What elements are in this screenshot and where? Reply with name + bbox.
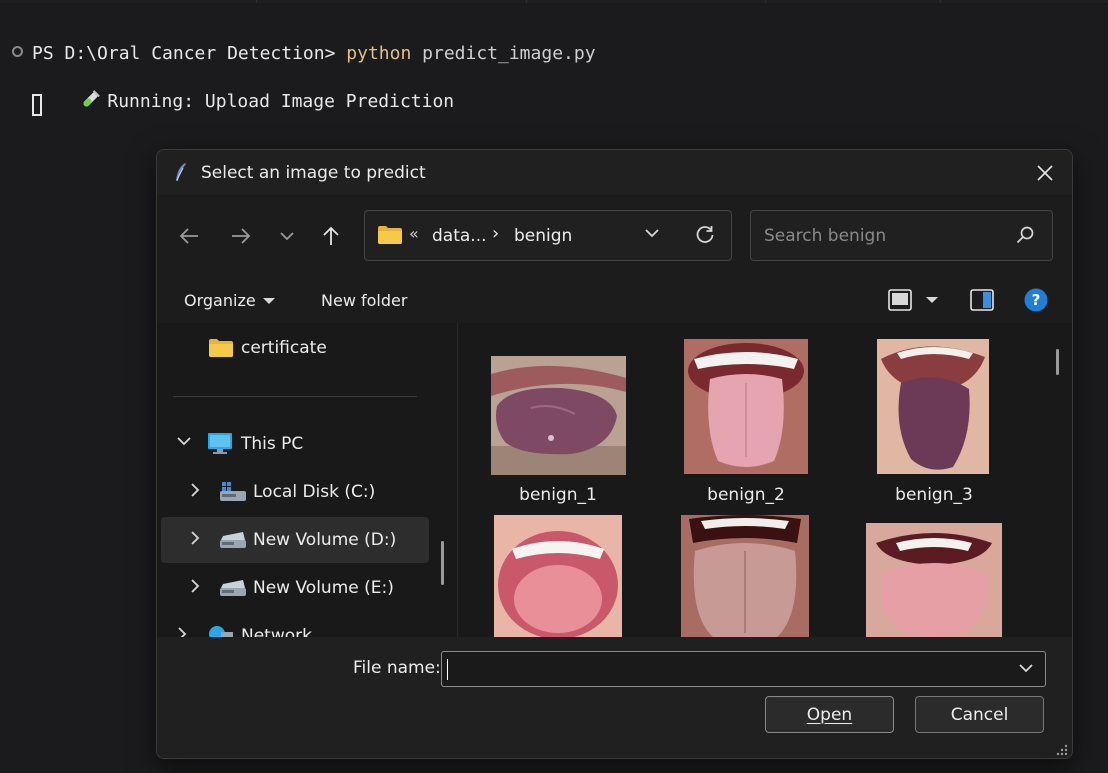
test-tube-icon [83,90,101,107]
chevron-down-icon[interactable] [177,436,191,446]
terminal-argument: predict_image.py [411,43,596,64]
search-placeholder: Search benign [764,226,887,246]
address-segment-current[interactable]: benign [514,226,572,246]
chevron-right-icon[interactable] [177,627,187,637]
chevron-down-icon[interactable] [1019,663,1033,673]
caret-down-icon[interactable] [925,296,939,304]
image-thumbnail [877,339,989,474]
monitor-icon [208,433,232,454]
close-button[interactable] [1028,156,1062,190]
drive-icon [220,532,246,548]
chevron-right-icon[interactable] [190,531,200,545]
dialog-body: certificate This PC Local Disk (C:) New … [157,323,1072,637]
svg-text:?: ? [1032,291,1041,309]
refresh-icon[interactable] [695,225,715,245]
overflow-chevron-icon: « [409,224,419,243]
command-bar: Organize New folder ? [157,277,1072,323]
arrow-left-icon [179,228,198,244]
file-item-benign-1[interactable]: benign_1 [478,349,638,519]
file-item[interactable] [478,515,638,637]
chevron-right-icon[interactable] [190,483,200,497]
feather-icon [176,163,186,181]
caret-down-icon [263,298,275,304]
nav-item-this-pc[interactable]: This PC [161,421,429,467]
nav-item-local-disk-c[interactable]: Local Disk (C:) [161,469,429,515]
help-icon[interactable]: ? [1024,288,1048,312]
search-box[interactable]: Search benign [750,210,1053,261]
image-thumbnail [866,523,1002,637]
nav-item-label: New Volume (E:) [253,578,394,598]
nav-item-label: Network [241,626,312,637]
chevron-right-icon[interactable] [190,579,200,593]
image-thumbnail [491,356,626,475]
file-list: benign_1 benign_2 benign_3 [458,323,1072,637]
terminal-cursor [32,94,42,116]
file-item-benign-3[interactable]: benign_3 [854,339,1014,519]
breadcrumb-separator-icon: › [492,223,500,244]
dialog-footer: File name: Open Cancel [157,637,1072,758]
file-name-input[interactable] [441,651,1046,687]
file-item-benign-2[interactable]: benign_2 [666,339,826,519]
nav-item-label: New Volume (D:) [253,530,397,550]
open-button[interactable]: Open [765,696,894,733]
terminal-prompt: PS D:\Oral Cancer Detection> [32,43,347,64]
terminal-status-line: Running: Upload Image Prediction [36,69,454,133]
drive-icon [220,482,246,501]
file-name: benign_2 [707,485,785,505]
cancel-button-label: Cancel [950,704,1009,725]
navigation-pane: certificate This PC Local Disk (C:) New … [157,323,447,637]
terminal-command: python [346,43,412,64]
cancel-button[interactable]: Cancel [915,696,1044,733]
image-thumbnail [684,339,808,474]
back-button[interactable] [174,221,204,251]
up-button[interactable] [316,221,346,251]
nav-item-certificate[interactable]: certificate [161,325,429,371]
nav-item-new-volume-d[interactable]: New Volume (D:) [161,517,429,563]
recent-locations-button[interactable] [272,221,302,251]
nav-item-label: This PC [241,434,304,454]
nav-item-label: Local Disk (C:) [253,482,376,502]
organize-button[interactable]: Organize [184,291,256,310]
prompt-status-icon [12,46,23,57]
terminal-tab-strip [0,0,1108,3]
nav-divider [173,396,417,397]
nav-item-new-volume-e[interactable]: New Volume (E:) [161,565,429,611]
forward-button[interactable] [226,221,256,251]
chevron-down-icon [280,232,294,241]
image-thumbnail [494,515,622,637]
chevron-down-icon[interactable] [645,228,659,238]
open-button-label: Open [806,704,853,725]
file-list-scrollbar[interactable] [1056,349,1059,375]
close-icon [1037,165,1053,181]
file-name: benign_1 [519,485,597,505]
dialog-titlebar: Select an image to predict [157,150,1072,195]
image-thumbnail [681,515,809,637]
navigation-bar: « data... › benign Search benign [157,195,1072,277]
network-icon [209,626,233,637]
search-icon [1016,226,1034,244]
address-segment-parent[interactable]: data... [432,226,487,246]
file-item[interactable] [854,521,1014,637]
preview-pane-icon[interactable] [970,289,994,311]
file-item[interactable] [666,515,826,637]
new-folder-button[interactable]: New folder [321,291,407,310]
dialog-title: Select an image to predict [201,163,426,183]
nav-item-label: certificate [241,338,327,358]
resize-grip-icon[interactable] [1056,744,1068,756]
terminal-status-text: Running: Upload Image Prediction [107,91,455,112]
text-caret [447,659,448,680]
address-bar[interactable]: « data... › benign [364,210,732,261]
folder-icon [378,226,402,244]
arrow-up-icon [323,226,339,245]
file-open-dialog: Select an image to predict « data... › b… [156,149,1073,759]
file-name: benign_3 [895,485,973,505]
folder-icon [209,339,233,357]
terminal-command-line: PS D:\Oral Cancer Detection> python pred… [32,43,596,64]
arrow-right-icon [232,228,251,244]
nav-pane-scrollbar[interactable] [441,541,444,585]
drive-icon [220,580,246,596]
view-mode-icon[interactable] [888,289,912,311]
nav-item-network[interactable]: Network [161,613,429,637]
file-name-label: File name: [353,658,441,678]
